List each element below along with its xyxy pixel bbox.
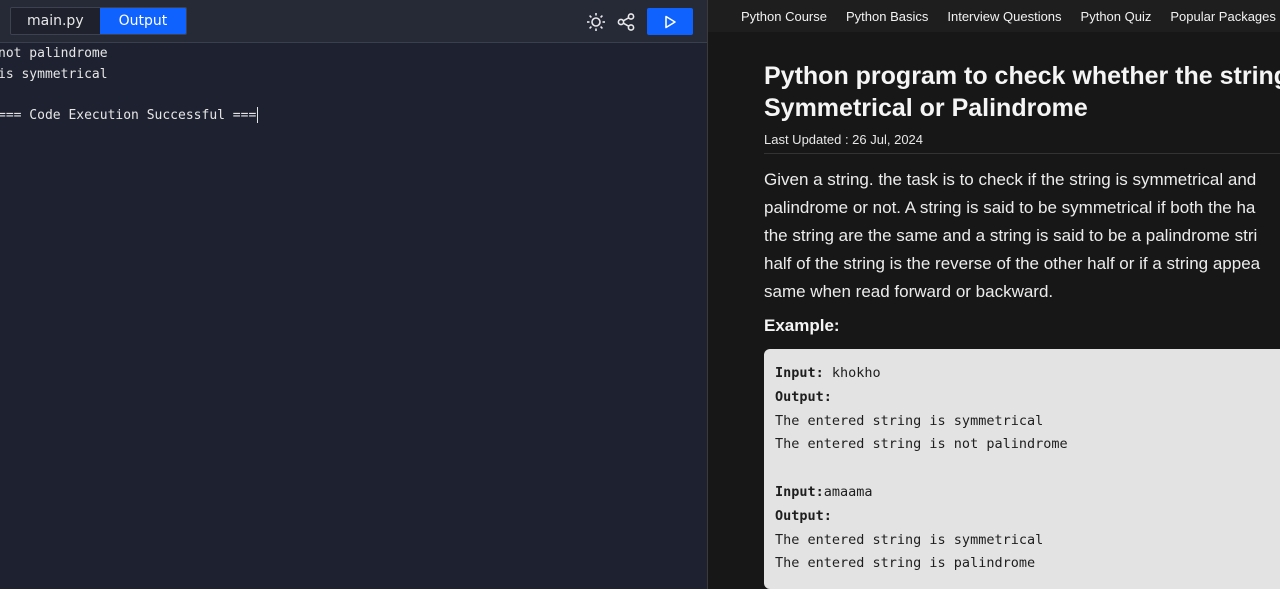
editor-tabs: main.py Output [10,7,188,35]
code-line: Output: [775,386,1280,410]
article-paragraph: Given a string. the task is to check if … [764,166,1280,306]
code-line: Input:amaama [775,481,1280,505]
input-label: Input: [775,365,824,381]
nav-interview-questions[interactable]: Interview Questions [947,9,1061,24]
output-line: not palindrome [0,46,108,61]
share-icon[interactable] [615,11,637,33]
code-line: The entered string is not palindrome [775,436,1068,453]
text-cursor [257,107,259,123]
editor-toolbar: main.py Output [0,0,707,43]
input-value: khokho [823,365,881,381]
output-console[interactable]: not palindrome is symmetrical === Code E… [0,44,703,126]
code-line: The entered string is symmetrical [775,531,1044,548]
nav-popular-packages[interactable]: Popular Packages [1170,9,1276,24]
execution-status: === Code Execution Successful === [0,107,257,123]
paragraph-line: half of the string is the reverse of the… [764,254,1261,273]
nav-python-course[interactable]: Python Course [741,9,827,24]
code-line: Input: khokho [775,362,1280,386]
nav-python-quiz[interactable]: Python Quiz [1081,9,1152,24]
paragraph-line: Given a string. the task is to check if … [764,170,1257,189]
play-icon [665,15,676,28]
article: Python program to check whether the stri… [764,60,1280,589]
run-button[interactable] [647,8,693,35]
output-label: Output: [775,388,832,405]
paragraph-line: palindrome or not. A string is said to b… [764,198,1256,217]
output-label: Output: [775,507,832,524]
example-code-block: Input: khokho Output: The entered string… [764,349,1280,589]
paragraph-line: the string are the same and a string is … [764,226,1258,245]
tab-main-py[interactable]: main.py [11,8,100,34]
top-nav: Python Course Python Basics Interview Qu… [708,0,1280,32]
editor-pane: main.py Output not palindrome is symmetr… [0,0,707,589]
output-line: is symmetrical [0,66,108,82]
example-heading: Example: [764,316,840,335]
paragraph-line: same when read forward or backward. [764,282,1054,301]
input-label: Input: [775,483,824,500]
article-title-line: Python program to check whether the stri… [764,62,1280,90]
code-line: Output: [775,505,1280,529]
code-line: The entered string is symmetrical [775,412,1044,429]
article-title-line: Symmetrical or Palindrome [764,94,1088,122]
tab-output[interactable]: Output [99,8,187,34]
article-pane: Python Course Python Basics Interview Qu… [708,0,1280,589]
input-value: amaama [823,483,873,500]
sun-icon[interactable] [585,11,607,33]
last-updated: Last Updated : 26 Jul, 2024 [764,132,1280,154]
output-status-line: === Code Execution Successful === [0,106,703,127]
article-title: Python program to check whether the stri… [764,60,1280,124]
code-line: The entered string is palindrome [775,555,1036,572]
nav-python-basics[interactable]: Python Basics [846,9,928,24]
